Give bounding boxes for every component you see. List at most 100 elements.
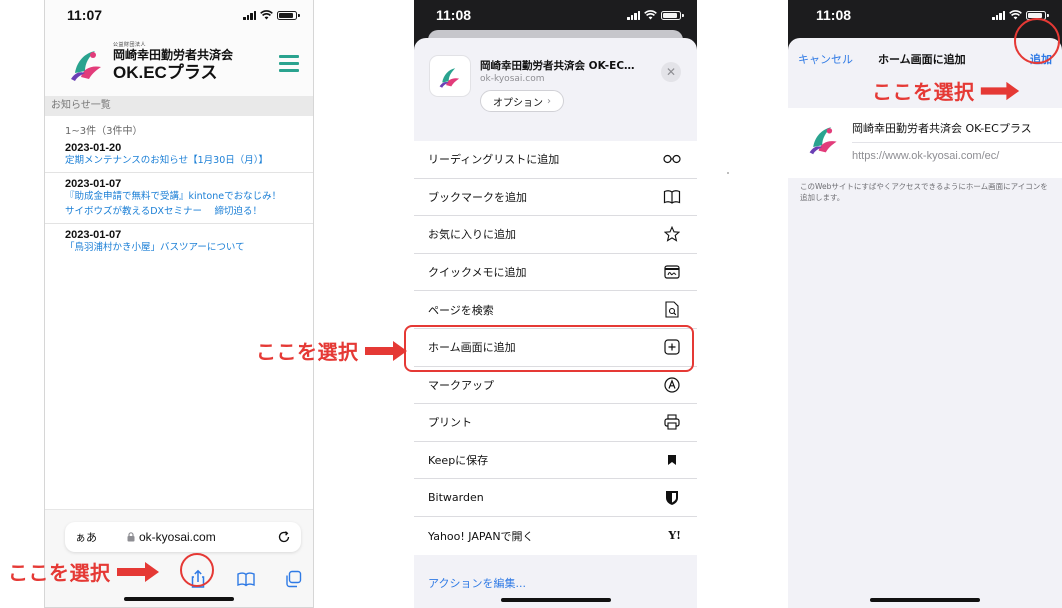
menu-item-markup[interactable]: マークアップ [414,366,697,405]
notice-link[interactable]: 「鳥羽浦村かき小屋」バスツアーについて [65,241,303,255]
book-icon [663,188,681,206]
app-url: https://www.ok-kyosai.com/ec/ [852,150,1000,162]
add-to-home-highlight-box [404,325,694,372]
site-title: 岡崎幸田勤労者共済会 OK-EC… [480,60,635,72]
bookmark-flag-icon [663,451,681,469]
address-bar[interactable]: ぁあ ok-kyosai.com [65,522,301,552]
menu-item-label: Yahoo! JAPANで開く [428,529,534,543]
signal-icon [627,10,640,20]
site-header: 公益財団法人 岡崎幸田勤労者共済会 OK.ECプラス [45,30,313,96]
menu-item-label: マークアップ [428,378,494,392]
battery-icon [277,10,300,20]
url-text: ok-kyosai.com [139,530,216,544]
wifi-icon [644,10,657,20]
site-url: ok-kyosai.com [480,74,545,84]
menu-item-label: クイックメモに追加 [428,266,527,280]
notice-count: 1~3件（3件中） [65,126,143,137]
menu-item-label: ブックマークを追加 [428,190,527,204]
options-button[interactable]: オプション › [480,90,564,112]
edit-actions-link[interactable]: アクションを編集... [428,575,526,591]
notice-date: 2023-01-07 [65,178,122,191]
home-indicator [500,598,611,602]
home-indicator [124,597,234,601]
share-sheet: 岡崎幸田勤労者共済会 OK-EC… ok-kyosai.com オプション › … [414,38,697,608]
callout-text: ここを選択 [8,561,111,585]
notice-link[interactable]: サイボウズが教えるDXセミナー 締切迫る！ [65,205,303,219]
markup-icon [663,376,681,394]
notice-date: 2023-01-20 [65,142,122,154]
description-text: このWebサイトにすばやくアクセスできるようにホーム画面にアイコンを追加します。 [800,182,1048,202]
arrow-right-icon [980,81,1019,100]
notice-item[interactable]: 2023-01-07 「鳥羽浦村かき小屋」バスツアーについて [45,224,313,259]
glasses-icon [663,150,681,168]
quick-note-icon [663,263,681,281]
add-highlight-circle [1014,18,1060,64]
printer-icon [663,413,681,431]
wifi-icon [1009,10,1022,20]
lock-icon [127,532,135,542]
section-title: お知らせ一覧 [45,96,313,116]
app-name-field[interactable]: 岡崎幸田勤労者共済会 OK-ECプラス [852,120,1052,136]
wifi-icon [260,10,273,20]
hamburger-menu-icon[interactable] [279,54,299,72]
share-sheet-header: 岡崎幸田勤労者共済会 OK-EC… ok-kyosai.com オプション › … [430,46,681,124]
notice-item[interactable]: 2023-01-07 『助成金申請で無料で受講』kintoneでおなじみ！ サイ… [45,173,313,224]
site-brand[interactable]: 公益財団法人 岡崎幸田勤労者共済会 OK.ECプラス [113,43,233,82]
callout-text: ここを選択 [872,80,975,104]
sheet-title: ホーム画面に追加 [878,53,966,66]
status-icons [627,10,684,20]
org-name: 岡崎幸田勤労者共済会 [113,48,234,63]
site-logo-icon [439,68,460,88]
battery-icon [661,10,684,20]
notice-link[interactable]: 定期メンテナンスのお知らせ【1月30日（月）】 [65,154,303,168]
yahoo-icon: Y! [668,529,681,543]
close-icon[interactable]: ✕ [661,62,681,82]
menu-item-print[interactable]: プリント [414,404,697,442]
home-icon-preview-card: 岡崎幸田勤労者共済会 OK-ECプラス https://www.ok-kyosa… [788,108,1062,178]
site-icon [430,56,470,96]
menu-item-add-bookmark[interactable]: ブックマークを追加 [414,178,697,217]
notice-date: 2023-01-07 [65,228,122,241]
site-logo-icon [809,127,837,155]
star-icon [663,225,681,243]
menu-item-bitwarden[interactable]: Bitwarden [414,479,697,517]
share-highlight-circle [180,553,214,587]
find-page-icon [663,301,681,319]
arrow-right-icon [364,340,407,361]
menu-item-reading-list[interactable]: リーディングリストに追加 [414,141,697,179]
cancel-button[interactable]: キャンセル [798,51,853,67]
app-icon [804,118,844,158]
callout-text: ここを選択 [256,340,359,364]
status-bar: 11:07 [45,0,313,30]
tabs-icon[interactable] [283,568,305,590]
callout-select-add: ここを選択 [872,76,1021,105]
menu-item-label: ページを検索 [428,303,494,317]
phone-share-sheet: 11:08 岡崎幸田勤労者共済会 OK-EC… ok-kyosai.com オプ… [414,0,697,608]
status-time: 11:08 [436,7,472,23]
menu-item-favorites[interactable]: お気に入りに追加 [414,216,697,254]
page-settings-button[interactable]: ぁあ [75,529,97,545]
brand-name: OK.ECプラス [113,63,218,82]
menu-item-label: リーディングリストに追加 [428,153,560,167]
menu-item-save-to-keep[interactable]: Keepに保存 [414,441,697,480]
add-to-home-sheet: キャンセル ホーム画面に追加 追加 岡崎幸田勤労者共済会 OK-ECプラス ht… [788,38,1062,608]
options-label: オプション [493,97,543,109]
menu-item-open-in-yahoo[interactable]: Yahoo! JAPANで開く Y! [414,516,697,555]
menu-item-quick-note[interactable]: クイックメモに追加 [414,253,697,292]
notice-item[interactable]: 2023-01-20 定期メンテナンスのお知らせ【1月30日（月）】 [45,137,313,174]
home-indicator [870,598,980,602]
status-time: 11:07 [67,7,103,23]
menu-item-label: Bitwarden [428,491,484,505]
divider [852,142,1062,143]
arrow-right-icon [116,561,159,582]
menu-item-find-on-page[interactable]: ページを検索 [414,291,697,329]
menu-item-label: プリント [428,416,472,430]
phone-safari-page: 11:07 公益財団法人 岡崎幸田勤労者共済会 OK.ECプラス お知らせ一覧 … [44,0,314,608]
bookmarks-icon[interactable] [235,568,257,590]
status-icons [243,10,300,20]
site-logo-icon [71,51,101,81]
reload-icon[interactable] [277,530,291,544]
notice-link[interactable]: 『助成金申請で無料で受講』kintoneでおなじみ！ [65,190,303,204]
shield-icon [663,489,681,507]
signal-icon [243,10,256,20]
